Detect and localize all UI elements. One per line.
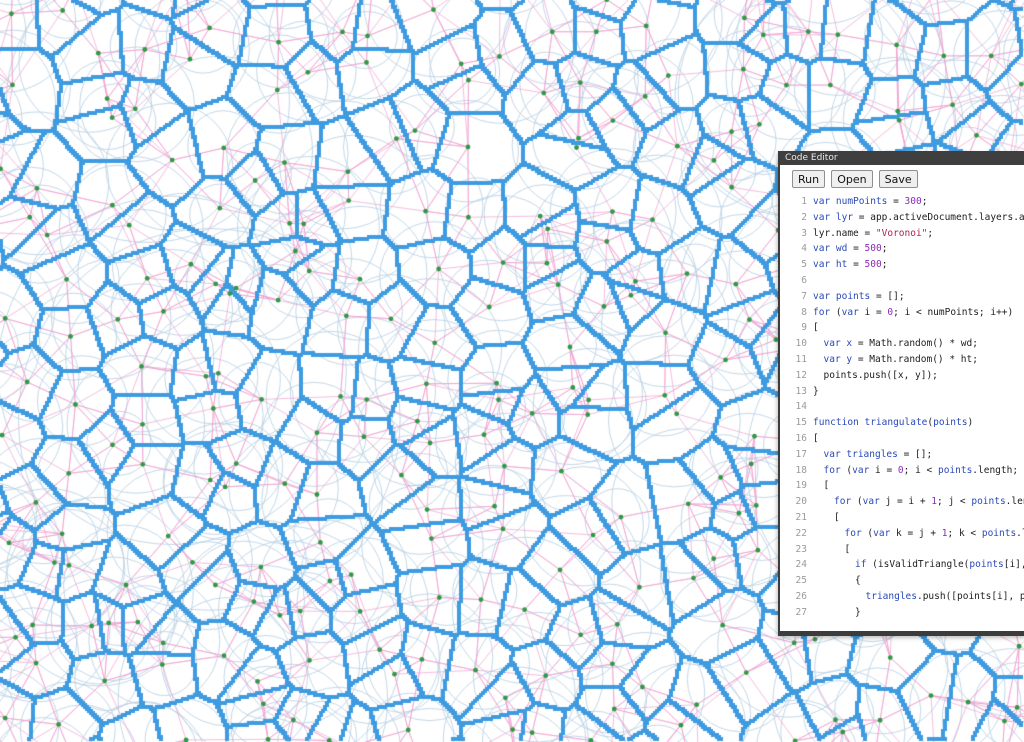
line-number: 16 (795, 432, 807, 444)
code-line: 25 { (780, 573, 1024, 589)
code-text: var wd = 500; (813, 243, 888, 255)
code-line: 18 for (var i = 0; i < points.length; i++ (780, 463, 1024, 479)
code-text: var numPoints = 300; (813, 196, 928, 207)
code-line: 15 function triangulate(points) (780, 415, 1024, 431)
line-number: 21 (795, 511, 807, 523)
line-number: 7 (801, 290, 807, 302)
code-line: 8 for (var i = 0; i < numPoints; i++) (780, 305, 1024, 321)
line-number: 8 (801, 306, 807, 318)
code-text: triangles.push([points[i], poi (865, 590, 1024, 602)
line-number: 9 (801, 322, 807, 334)
code-line: 2 var lyr = app.activeDocument.layers.add… (780, 210, 1024, 226)
line-number: 12 (795, 369, 807, 381)
code-text: var lyr = app.activeDocument.layers.add( (813, 211, 1024, 223)
code-text: [ (844, 543, 851, 555)
code-text: } (813, 385, 819, 397)
run-button[interactable]: Run (792, 170, 826, 188)
editor-toolbar: Run Open Save (780, 165, 1024, 189)
code-text: var x = Math.random() * wd; (823, 338, 978, 350)
code-text: var ht = 500; (813, 259, 888, 271)
code-line: 20 for (var j = i + 1; j < points.lengt (780, 494, 1024, 510)
editor-titlebar[interactable]: Code Editor (780, 151, 1024, 165)
code-line: 6 (780, 273, 1024, 289)
line-number: 10 (795, 338, 807, 350)
line-number: 25 (795, 575, 807, 587)
line-number: 18 (795, 464, 807, 476)
line-number: 3 (801, 227, 807, 239)
code-text: for (var i = 0; i < points.length; i++ (823, 464, 1024, 476)
code-line: 26 triangles.push([points[i], poi (780, 589, 1024, 605)
line-number: 2 (801, 211, 807, 223)
code-text: var points = []; (813, 290, 905, 302)
code-line: 5 var ht = 500; (780, 257, 1024, 273)
code-line: 17 var triangles = []; (780, 447, 1024, 463)
line-number: 11 (795, 353, 807, 365)
line-number: 4 (801, 243, 807, 255)
code-text: lyr.name = "Voronoi"; (813, 227, 934, 239)
line-number: 23 (795, 543, 807, 555)
code-text: { (855, 575, 861, 587)
line-number: 13 (795, 385, 807, 397)
code-line: 14 (780, 399, 1024, 415)
code-line: 12 points.push([x, y]); (780, 368, 1024, 384)
code-line: 16 [ (780, 431, 1024, 447)
line-number: 24 (795, 559, 807, 571)
save-button[interactable]: Save (878, 170, 918, 188)
code-editor-panel: Code Editor Run Open Save 1 var numPoints… (778, 151, 1024, 636)
code-text: [ (823, 480, 830, 492)
code-text: [ (813, 432, 819, 444)
line-number: 19 (795, 480, 807, 492)
code-text: points.push([x, y]); (823, 369, 938, 381)
code-text: function triangulate(points) (813, 417, 974, 429)
code-text: var triangles = []; (823, 448, 933, 460)
code-line: 11 var y = Math.random() * ht; (780, 352, 1024, 368)
code-text: [ (813, 322, 819, 334)
code-line: 21 [ (780, 510, 1024, 526)
line-number: 5 (801, 259, 807, 271)
line-number: 20 (795, 496, 807, 508)
line-number: 26 (795, 590, 807, 602)
line-number: 14 (795, 401, 807, 413)
code-line: 22 for (var k = j + 1; k < points.len (780, 526, 1024, 542)
line-number: 22 (795, 527, 807, 539)
code-line: 19 [ (780, 478, 1024, 494)
code-line: 1 var numPoints = 300; (780, 194, 1024, 210)
code-line: 24 if (isValidTriangle(points[i], p (780, 557, 1024, 573)
code-text: [ (834, 511, 840, 523)
code-line: 4 var wd = 500; (780, 241, 1024, 257)
code-line: 10 var x = Math.random() * wd; (780, 336, 1024, 352)
line-number: 15 (795, 417, 807, 429)
code-text: for (var i = 0; i < numPoints; i++) (813, 306, 1014, 318)
code-line: 9[ (780, 320, 1024, 336)
code-line: 3 lyr.name = "Voronoi"; (780, 226, 1024, 242)
code-line: 23 [ (780, 542, 1024, 558)
code-line: 13} (780, 384, 1024, 400)
line-number: 27 (795, 606, 807, 618)
line-number: 17 (795, 448, 807, 460)
code-line: 7 var points = []; (780, 289, 1024, 305)
open-button[interactable]: Open (831, 170, 873, 188)
line-number: 6 (801, 274, 807, 286)
code-text: if (isValidTriangle(points[i], p (855, 559, 1024, 571)
code-text: for (var j = i + 1; j < points.lengt (834, 496, 1024, 508)
code-text: var y = Math.random() * ht; (823, 353, 978, 365)
code-text: for (var k = j + 1; k < points.len (844, 527, 1024, 539)
line-number: 1 (801, 196, 807, 207)
code-text: } (855, 606, 861, 618)
code-text-area[interactable]: 1 var numPoints = 300; 2 var lyr = app.acti… (780, 194, 1024, 631)
code-line: 27} (780, 605, 1024, 621)
